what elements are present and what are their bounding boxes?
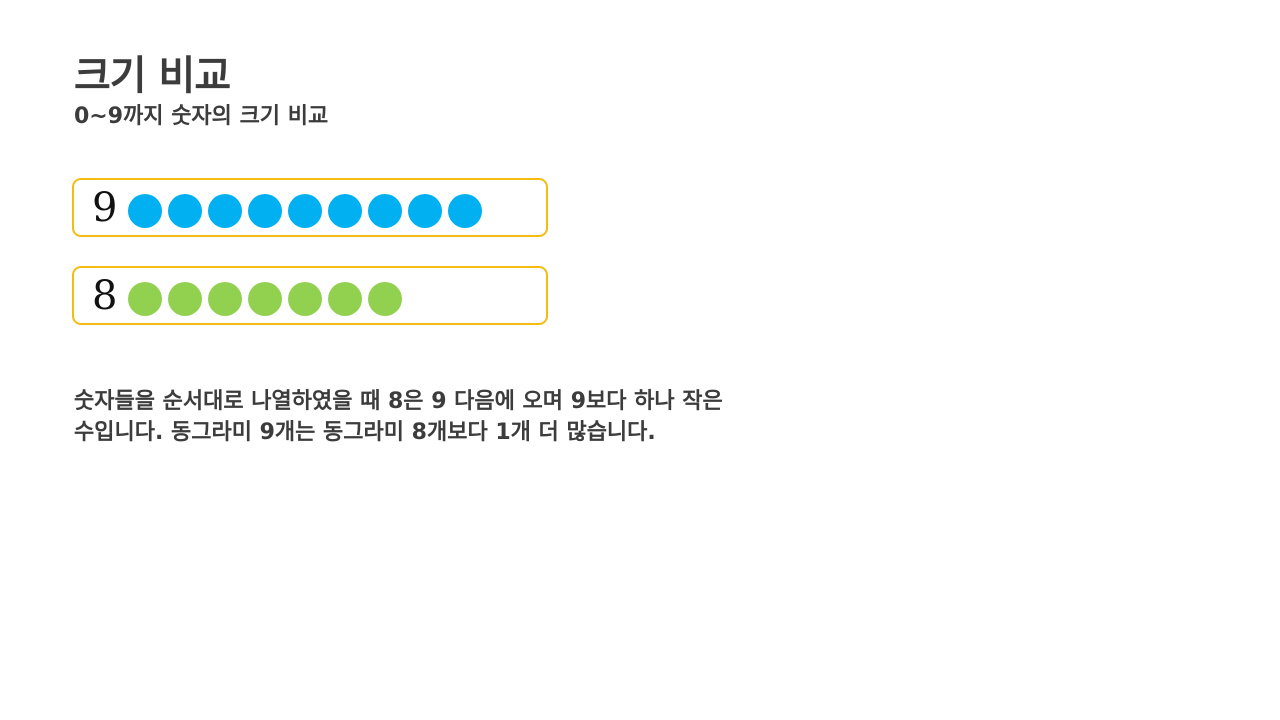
- circle-icon: [328, 282, 362, 316]
- circle-icon: [208, 194, 242, 228]
- circle-icon: [248, 282, 282, 316]
- page-title: 크기 비교: [74, 53, 231, 99]
- row-number: 9: [92, 185, 118, 231]
- page-subtitle: 0~9까지 숫자의 크기 비교: [74, 104, 329, 129]
- description-line: 수입니다. 동그라미 9개는 동그라미 8개보다 1개 더 많습니다.: [74, 420, 656, 445]
- circle-icon: [328, 194, 362, 228]
- circle-icon: [208, 282, 242, 316]
- circle-icon: [168, 282, 202, 316]
- description-line: 숫자들을 순서대로 나열하였을 때 8은 9 다음에 오며 9보다 하나 작은: [74, 389, 723, 414]
- circle-icon: [128, 282, 162, 316]
- circle-group: [128, 194, 488, 228]
- circle-icon: [128, 194, 162, 228]
- circle-icon: [368, 282, 402, 316]
- row-number: 8: [92, 273, 118, 319]
- circle-icon: [408, 194, 442, 228]
- circle-icon: [248, 194, 282, 228]
- circle-icon: [288, 282, 322, 316]
- description: 숫자들을 순서대로 나열하였을 때 8은 9 다음에 오며 9보다 하나 작은 …: [74, 386, 834, 448]
- circle-group: [128, 282, 408, 316]
- circle-icon: [288, 194, 322, 228]
- number-row-8: 8: [72, 266, 548, 325]
- number-row-9: 9: [72, 178, 548, 237]
- circle-icon: [168, 194, 202, 228]
- circle-icon: [368, 194, 402, 228]
- circle-icon: [448, 194, 482, 228]
